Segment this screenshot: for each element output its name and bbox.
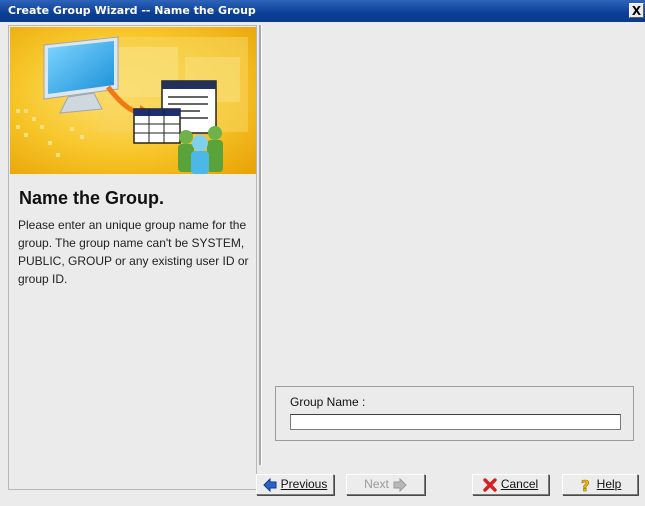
- step-heading: Name the Group.: [19, 188, 165, 208]
- group-name-label: Group Name :: [290, 395, 366, 409]
- panel-divider: [259, 25, 262, 465]
- cancel-button[interactable]: Cancel: [472, 474, 549, 495]
- question-mark-icon: ?: [579, 478, 593, 494]
- wizard-window: Create Group Wizard -- Name the Group X: [0, 0, 645, 506]
- previous-button[interactable]: Previous: [256, 474, 334, 495]
- help-button[interactable]: ? Help: [562, 474, 638, 495]
- title-bar[interactable]: Create Group Wizard -- Name the Group X: [0, 0, 645, 22]
- arrow-left-icon: [262, 477, 277, 492]
- arrow-right-icon: [393, 477, 407, 492]
- cancel-x-icon: [483, 477, 497, 492]
- group-name-section: Group Name :: [275, 386, 634, 441]
- step-description: Please enter an unique group name for th…: [18, 218, 249, 286]
- close-button[interactable]: X: [629, 3, 644, 18]
- group-illustration-icon: [10, 27, 256, 174]
- window-title: Create Group Wizard -- Name the Group: [8, 4, 256, 17]
- svg-text:?: ?: [581, 478, 590, 494]
- cancel-button-label: Cancel: [500, 477, 539, 491]
- next-button[interactable]: Next: [346, 474, 425, 495]
- next-button-label: Next: [364, 477, 389, 491]
- group-name-input[interactable]: [290, 414, 621, 430]
- info-panel: Name the Group. Please enter an unique g…: [8, 25, 257, 490]
- help-button-label: Help: [596, 477, 622, 491]
- wizard-banner-image: [10, 27, 256, 174]
- previous-button-label: Previous: [280, 477, 328, 491]
